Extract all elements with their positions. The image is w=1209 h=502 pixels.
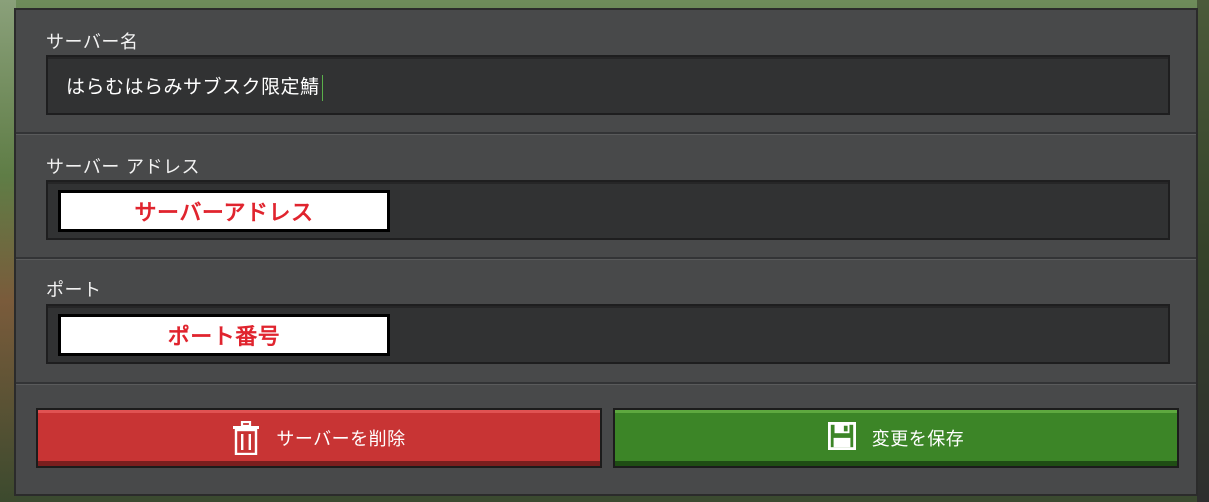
server-address-section: サーバー アドレス サーバーアドレス [16, 135, 1196, 257]
server-address-label: サーバー アドレス [46, 157, 201, 178]
save-changes-button[interactable]: 変更を保存 [613, 408, 1179, 468]
background-edge-right [1197, 0, 1209, 502]
section-divider [16, 382, 1196, 385]
server-name-value: はらむはらみサブスク限定鯖 [66, 76, 320, 98]
server-address-value: サーバーアドレス [134, 201, 314, 226]
redaction-box: ポート番号 [58, 314, 390, 356]
port-value: ポート番号 [167, 325, 281, 350]
redaction-box: サーバーアドレス [58, 190, 390, 232]
save-changes-label: 変更を保存 [871, 429, 965, 450]
server-name-label: サーバー名 [46, 32, 139, 53]
delete-server-label: サーバーを削除 [276, 429, 406, 450]
port-input[interactable]: ポート番号 [46, 304, 1170, 364]
server-name-section: サーバー名 はらむはらみサブスク限定鯖 [16, 10, 1196, 132]
port-section: ポート ポート番号 [16, 260, 1196, 382]
edit-server-panel: サーバー名 はらむはらみサブスク限定鯖 サーバー アドレス サーバーアドレス ポ… [14, 8, 1198, 496]
port-label: ポート [46, 280, 102, 301]
delete-server-button[interactable]: サーバーを削除 [36, 408, 602, 468]
server-address-input[interactable]: サーバーアドレス [46, 180, 1170, 240]
server-name-input[interactable]: はらむはらみサブスク限定鯖 [46, 55, 1170, 115]
text-caret [321, 74, 323, 101]
trash-icon [232, 421, 260, 455]
floppy-disk-icon [827, 421, 856, 455]
